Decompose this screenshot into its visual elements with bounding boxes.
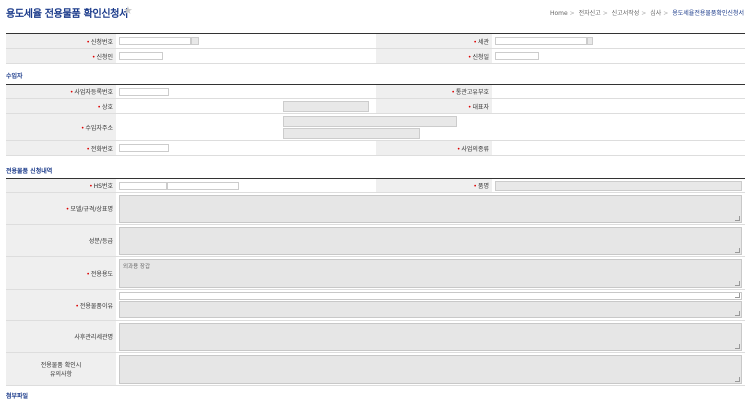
biz-type-label: •사업의종류 bbox=[376, 140, 492, 156]
reason-label: •전용물품이유 bbox=[6, 289, 116, 321]
address-input-1[interactable] bbox=[283, 115, 457, 127]
customs-input[interactable] bbox=[495, 37, 587, 45]
notes-textarea[interactable] bbox=[119, 354, 742, 384]
applicant-label: •신청인 bbox=[6, 48, 116, 64]
req-no-button[interactable] bbox=[191, 37, 199, 45]
model-textarea[interactable] bbox=[119, 194, 742, 223]
reg-no-label: •사업자등록번호 bbox=[6, 84, 116, 99]
attachment-section-title: 첨부파일 bbox=[6, 393, 29, 400]
hs-input-2[interactable] bbox=[167, 181, 239, 190]
breadcrumb-home[interactable]: Home bbox=[550, 10, 568, 17]
model-label: •모델/규격/상표명 bbox=[6, 192, 116, 225]
hs-input-1[interactable] bbox=[119, 181, 167, 190]
address-label: •수입자주소 bbox=[6, 113, 116, 141]
customs-search-button[interactable] bbox=[587, 37, 593, 45]
address-input-2[interactable] bbox=[283, 127, 420, 139]
date-input[interactable] bbox=[495, 52, 539, 60]
breadcrumb-review[interactable]: 심사 bbox=[650, 10, 661, 17]
phone-label: •전화번호 bbox=[6, 140, 116, 156]
hs-label: •HS번호 bbox=[6, 178, 116, 193]
breadcrumb-form-writing[interactable]: 신고서작성 bbox=[612, 10, 640, 17]
breadcrumb: Home > 전자신고 > 신고서작성 > 심사 > 용도세율전용물품확인신청서 bbox=[549, 10, 744, 17]
applicant-input[interactable] bbox=[119, 52, 163, 60]
company-label: •상호 bbox=[6, 98, 116, 114]
application-table: •신청번호 •세관 •신청인 •신청일 bbox=[6, 33, 745, 64]
req-no-input[interactable] bbox=[119, 37, 191, 45]
usage-label: •전용용도 bbox=[6, 256, 116, 290]
phone-input[interactable] bbox=[119, 144, 169, 152]
item-name-input[interactable] bbox=[495, 180, 742, 191]
req-no-label: •신청번호 bbox=[6, 33, 116, 49]
notes-label: 전용물품 확인시 유의사항 bbox=[6, 352, 116, 386]
importer-table: •사업자등록번호 •통관고유부호 •상호 •대표자 •수입자주소 •전화번호 •… bbox=[6, 84, 745, 156]
date-label: •신청일 bbox=[376, 48, 492, 64]
reg-no-input[interactable] bbox=[119, 87, 169, 96]
ceo-label: •대표자 bbox=[376, 98, 492, 114]
company-input[interactable] bbox=[283, 100, 369, 112]
mgmt-customs-label: 사후관리세관명 bbox=[6, 320, 116, 353]
reason-textarea[interactable] bbox=[119, 301, 742, 318]
goods-table: •HS번호 •품명 •모델/규격/상표명 성분/등급 •전용용도 외과용 장갑 … bbox=[6, 178, 745, 386]
customs-id-label: •통관고유부호 bbox=[376, 84, 492, 99]
reason-input[interactable] bbox=[119, 292, 742, 300]
mgmt-customs-textarea[interactable] bbox=[119, 322, 742, 351]
usage-textarea[interactable]: 외과용 장갑 bbox=[119, 258, 742, 288]
page-title: 용도세율 전용물품 확인신청서 bbox=[6, 9, 129, 20]
breadcrumb-e-filing[interactable]: 전자신고 bbox=[579, 10, 601, 17]
goods-section-title: 전용물품 신청내역 bbox=[6, 168, 53, 175]
breadcrumb-current: 용도세율전용물품확인신청서 bbox=[672, 10, 744, 17]
composition-label: 성분/등급 bbox=[6, 224, 116, 257]
customs-label: •세관 bbox=[376, 33, 492, 49]
importer-section-title: 수입자 bbox=[6, 73, 23, 80]
favorite-star-icon[interactable]: ★ bbox=[123, 4, 133, 17]
item-name-label: •품명 bbox=[376, 178, 492, 193]
composition-textarea[interactable] bbox=[119, 226, 742, 255]
